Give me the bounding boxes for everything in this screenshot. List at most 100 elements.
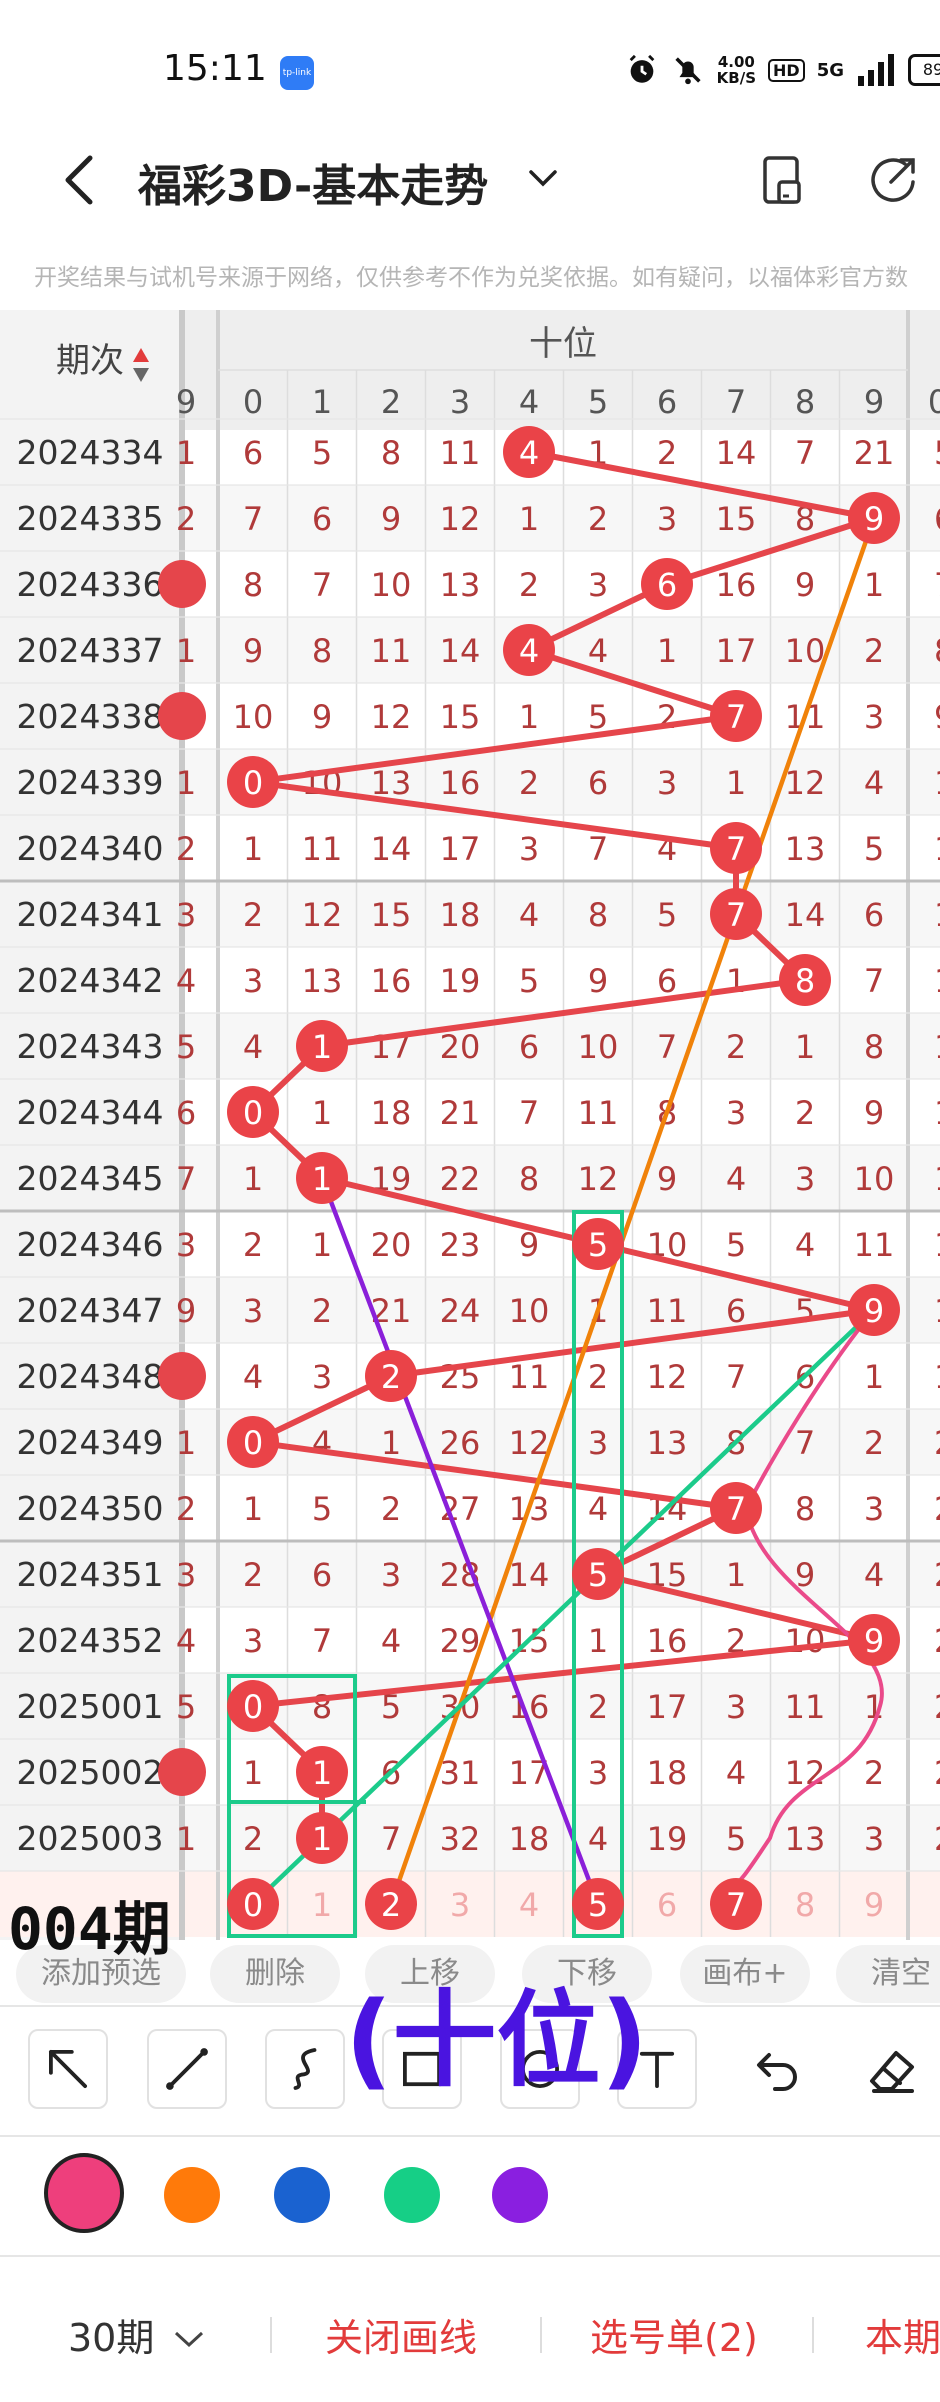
- hit-ball-number: 5: [588, 1556, 608, 1594]
- miss-count: 6: [312, 1556, 332, 1594]
- miss-count: 3: [657, 500, 677, 538]
- color-swatch-orange[interactable]: [164, 2167, 220, 2223]
- miss-count: 10: [233, 698, 274, 736]
- column-header: 8: [795, 383, 815, 421]
- column-header: 5: [588, 383, 608, 421]
- period-label: 2024340: [17, 829, 164, 868]
- miss-count: 4: [588, 632, 608, 670]
- selected-ball-number: 2: [381, 1886, 401, 1924]
- clear-button[interactable]: 清空: [836, 1945, 940, 2003]
- miss-count: 15: [716, 500, 757, 538]
- miss-count: 8: [381, 434, 401, 472]
- miss-count: 4: [864, 764, 884, 802]
- partial-right-value: 1: [934, 962, 940, 1000]
- prediction-number: 1: [312, 1886, 332, 1924]
- handwritten-position-label: (十位): [345, 1979, 649, 2101]
- miss-count: 12: [578, 1160, 619, 1198]
- partial-right-value: 1: [934, 1226, 940, 1264]
- miss-count: 1: [519, 698, 539, 736]
- miss-count: 9: [657, 1160, 677, 1198]
- miss-count: 3: [243, 1292, 263, 1330]
- miss-count: 6: [519, 1028, 539, 1066]
- line-tool-button[interactable]: [147, 2029, 227, 2109]
- miss-count: 18: [509, 1820, 550, 1858]
- miss-count: 7: [657, 1028, 677, 1066]
- row-stripe: [182, 881, 940, 947]
- color-swatch-pink[interactable]: [44, 2153, 124, 2233]
- miss-count: 2: [657, 698, 677, 736]
- miss-count: 17: [647, 1688, 688, 1726]
- color-swatch-blue[interactable]: [274, 2167, 330, 2223]
- miss-count: 5: [519, 962, 539, 1000]
- miss-count: 3: [312, 1358, 332, 1396]
- miss-count: 1: [795, 1028, 815, 1066]
- selection-list-button[interactable]: 选号单(2): [590, 2307, 758, 2362]
- period-label: 2024343: [17, 1027, 164, 1066]
- miss-count: 11: [371, 632, 412, 670]
- arrow-icon: [49, 2050, 87, 2088]
- color-swatch-purple[interactable]: [492, 2167, 548, 2223]
- miss-count: 2: [726, 1028, 746, 1066]
- period-label: 2024344: [17, 1093, 164, 1132]
- hit-ball-number: 2: [381, 1358, 401, 1396]
- partial-right-value: 1: [934, 1358, 940, 1396]
- close-lines-button[interactable]: 关闭画线: [325, 2307, 477, 2362]
- title-dropdown[interactable]: [525, 160, 561, 196]
- delete-button[interactable]: 删除: [210, 1945, 340, 2003]
- undo-button[interactable]: [735, 2029, 815, 2109]
- partial-right-value: 1: [934, 1028, 940, 1066]
- edge-ball: [158, 1352, 206, 1400]
- trend-chart[interactable]: 十位期次012345678990202433465811121472115202…: [0, 310, 940, 1940]
- hit-ball-number: 1: [312, 1028, 332, 1066]
- period-label: 2024346: [17, 1225, 164, 1264]
- curve-tool-button[interactable]: [265, 2029, 345, 2109]
- hit-ball-number: 9: [864, 1622, 884, 1660]
- miss-count: 9: [795, 566, 815, 604]
- miss-count: 3: [864, 698, 884, 736]
- canvas-plus-button[interactable]: 画布+: [680, 1945, 810, 2003]
- miss-count: 7: [588, 830, 608, 868]
- miss-count: 1: [657, 632, 677, 670]
- column-header: 0: [243, 383, 263, 421]
- miss-count: 3: [657, 764, 677, 802]
- eraser-button[interactable]: [852, 2029, 932, 2109]
- miss-count: 11: [302, 830, 343, 868]
- miss-count: 21: [440, 1094, 481, 1132]
- miss-count: 20: [371, 1226, 412, 1264]
- partial-column-header: 9: [176, 383, 196, 421]
- miss-count: 11: [578, 1094, 619, 1132]
- partial-left-value: 1: [176, 434, 196, 472]
- partial-right-value: 2: [934, 1556, 940, 1594]
- color-swatch-green[interactable]: [384, 2167, 440, 2223]
- page-title[interactable]: 福彩3D-基本走势: [138, 150, 488, 214]
- arrow-tool-button[interactable]: [28, 2029, 108, 2109]
- period-count-selector[interactable]: 30期: [68, 2307, 206, 2362]
- miss-count: 1: [312, 1226, 332, 1264]
- miss-count: 32: [440, 1820, 481, 1858]
- miss-count: 1: [381, 1424, 401, 1462]
- partial-left-value: 4: [176, 962, 196, 1000]
- share-button[interactable]: [865, 152, 921, 208]
- miss-count: 7: [795, 434, 815, 472]
- trend-chart-svg: 十位期次012345678990202433465811121472115202…: [0, 310, 940, 1940]
- hit-ball-number: 7: [726, 896, 746, 934]
- partial-right-value: 7: [934, 566, 940, 604]
- miss-count: 6: [588, 764, 608, 802]
- layout-toggle-button[interactable]: [755, 152, 811, 208]
- miss-count: 4: [519, 896, 539, 934]
- miss-count: 14: [716, 434, 757, 472]
- column-header: 7: [726, 383, 746, 421]
- back-button[interactable]: [50, 150, 110, 210]
- partial-right-value: 5: [934, 434, 940, 472]
- miss-count: 4: [795, 1226, 815, 1264]
- hit-ball-number: 1: [312, 1820, 332, 1858]
- miss-count: 12: [509, 1424, 550, 1462]
- status-time: 15:11: [163, 48, 267, 89]
- row-stripe: [182, 1541, 940, 1607]
- column-header: 1: [312, 383, 332, 421]
- miss-count: 2: [588, 1688, 608, 1726]
- miss-count: 2: [864, 632, 884, 670]
- handwritten-period-note: 004期: [8, 1895, 171, 1963]
- miss-count: 4: [588, 1490, 608, 1528]
- current-period-button[interactable]: 本期: [865, 2307, 940, 2362]
